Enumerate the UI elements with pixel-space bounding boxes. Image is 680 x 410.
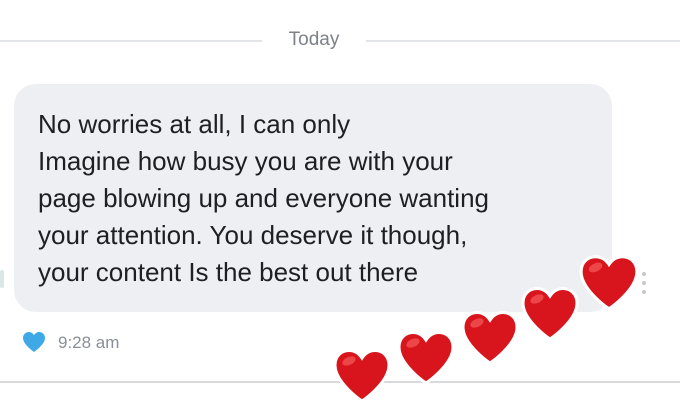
red-heart-icon: [521, 286, 579, 341]
more-vertical-icon[interactable]: [640, 272, 648, 294]
red-heart-icon: [579, 255, 639, 311]
red-heart-icon: [333, 348, 391, 403]
divider-line: [366, 40, 680, 42]
message-text-line: your content Is the best out there: [38, 257, 419, 287]
message-timestamp: 9:28 am: [58, 333, 120, 352]
divider-line: [0, 40, 262, 42]
message-text-line: your attention. You deserve it though,: [38, 220, 468, 250]
message-text-line: No worries at all, I can only: [38, 109, 351, 139]
red-heart-icon: [397, 330, 455, 385]
heart-icon[interactable]: [22, 331, 46, 353]
edge-mark: [0, 270, 4, 288]
red-heart-icon: [461, 310, 519, 365]
message-text-line: page blowing up and everyone wanting: [38, 183, 490, 213]
date-divider: Today: [0, 28, 680, 52]
date-label: Today: [288, 29, 340, 50]
message-text-line: Imagine how busy you are with your: [38, 146, 453, 176]
message-bubble[interactable]: No worries at all, I can only Imagine ho…: [14, 84, 612, 312]
